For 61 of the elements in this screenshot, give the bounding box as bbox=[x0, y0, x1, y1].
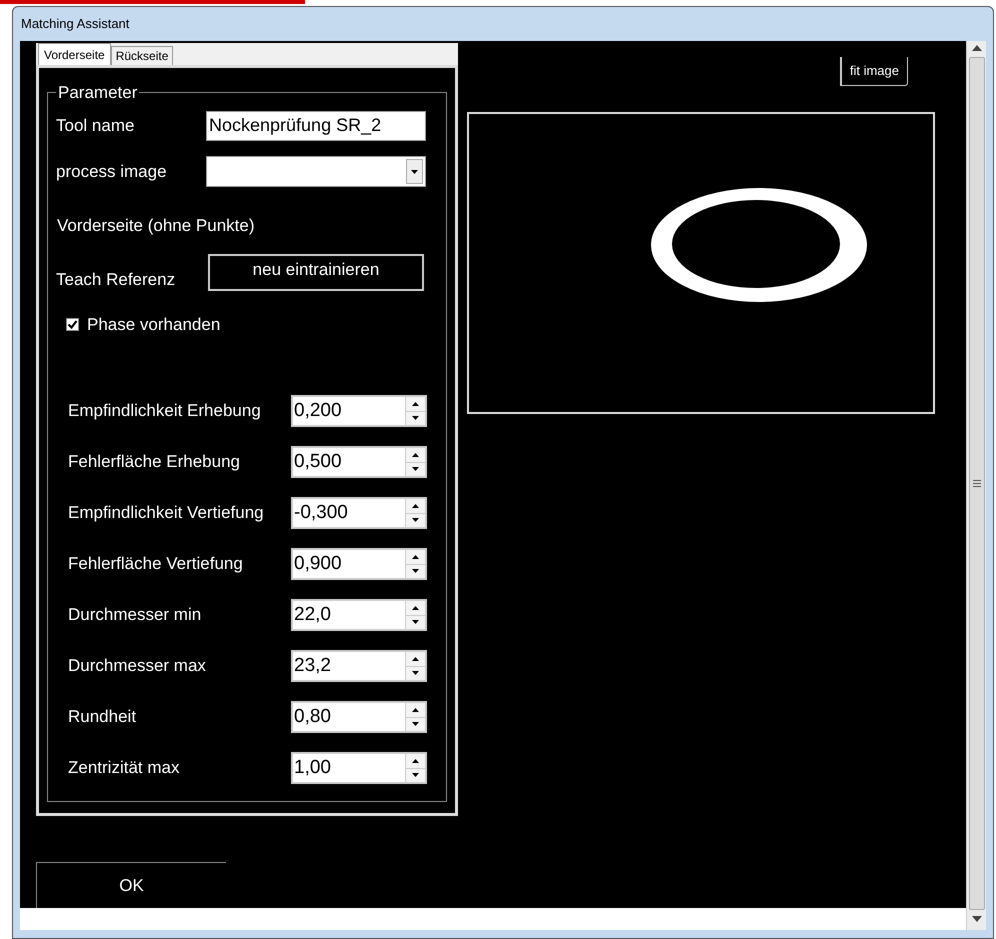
up-arrow-icon[interactable] bbox=[972, 45, 982, 51]
up-arrow-icon[interactable] bbox=[412, 452, 419, 457]
down-arrow-icon[interactable] bbox=[412, 773, 419, 778]
down-arrow-icon[interactable] bbox=[412, 722, 419, 726]
up-arrow-icon[interactable] bbox=[412, 402, 419, 406]
teach-button[interactable]: neu eintrainieren bbox=[208, 254, 424, 291]
spin-button[interactable] bbox=[405, 448, 425, 476]
field-label: Fehlerfläche Erhebung bbox=[68, 451, 240, 474]
field-label: Empfindlichkeit Vertiefung bbox=[68, 502, 264, 524]
up-arrow-icon[interactable] bbox=[412, 554, 419, 559]
field-label: Teach Referenz bbox=[56, 268, 176, 291]
number-spinner[interactable]: 0,80 bbox=[291, 701, 427, 733]
checkbox-label: Phase vorhanden bbox=[87, 314, 220, 336]
tab[interactable]: Rückseite bbox=[110, 46, 174, 65]
group-title: Parameter bbox=[57, 82, 138, 104]
field-label: Zentrizität max bbox=[68, 757, 180, 780]
number-spinner[interactable]: -0,300 bbox=[291, 497, 427, 529]
down-arrow-icon[interactable] bbox=[412, 620, 419, 624]
scrollbar-thumb[interactable] bbox=[968, 57, 984, 910]
ok-button[interactable]: OK bbox=[37, 863, 226, 908]
grip-icon bbox=[972, 480, 980, 487]
number-spinner[interactable]: 0,200 bbox=[291, 395, 427, 427]
number-spinner[interactable]: 23,2 bbox=[291, 650, 427, 682]
section-label: Vorderseite (ohne Punkte) bbox=[56, 214, 256, 237]
spin-button[interactable] bbox=[405, 703, 425, 731]
fit-image-button[interactable]: fit image bbox=[840, 57, 908, 86]
spin-button[interactable] bbox=[405, 397, 425, 425]
spin-button[interactable] bbox=[405, 550, 425, 578]
spin-button[interactable] bbox=[405, 754, 425, 782]
down-arrow-icon[interactable] bbox=[412, 671, 419, 676]
spin-button[interactable] bbox=[405, 499, 425, 527]
field-label: Durchmesser max bbox=[68, 655, 206, 678]
up-arrow-icon[interactable] bbox=[412, 504, 419, 508]
field-label: Empfindlichkeit Erhebung bbox=[68, 400, 261, 422]
up-arrow-icon[interactable] bbox=[412, 708, 419, 712]
down-arrow-icon[interactable] bbox=[972, 916, 982, 922]
vertical-scrollbar[interactable] bbox=[966, 41, 986, 930]
checkbox[interactable] bbox=[66, 318, 79, 331]
down-arrow-icon[interactable] bbox=[412, 467, 419, 472]
field-label: Fehlerfläche Vertiefung bbox=[68, 553, 243, 576]
number-spinner[interactable]: 1,00 bbox=[291, 752, 427, 784]
number-spinner[interactable]: 22,0 bbox=[291, 599, 427, 631]
field-label: Durchmesser min bbox=[68, 604, 202, 626]
tab[interactable]: Vorderseite bbox=[38, 43, 111, 65]
number-spinner[interactable]: 0,500 bbox=[291, 446, 427, 478]
number-spinner[interactable]: 0,900 bbox=[291, 548, 427, 580]
text-field[interactable]: Nockenprüfung SR_2 bbox=[206, 110, 426, 140]
down-arrow-icon[interactable] bbox=[412, 569, 419, 574]
up-arrow-icon[interactable] bbox=[412, 606, 419, 610]
spin-button[interactable] bbox=[405, 601, 425, 629]
spin-button[interactable] bbox=[405, 652, 425, 680]
down-arrow-icon[interactable] bbox=[412, 416, 419, 420]
up-arrow-icon[interactable] bbox=[412, 656, 419, 661]
field-label: process image bbox=[56, 160, 167, 183]
up-arrow-icon[interactable] bbox=[412, 758, 419, 763]
field-label: Rundheit bbox=[68, 706, 136, 728]
field-label: Tool name bbox=[56, 114, 134, 137]
dropdown-arrow-icon[interactable] bbox=[411, 170, 418, 174]
down-arrow-icon[interactable] bbox=[412, 518, 419, 522]
window-title: Matching Assistant bbox=[21, 15, 130, 34]
checkmark-icon bbox=[67, 319, 78, 330]
